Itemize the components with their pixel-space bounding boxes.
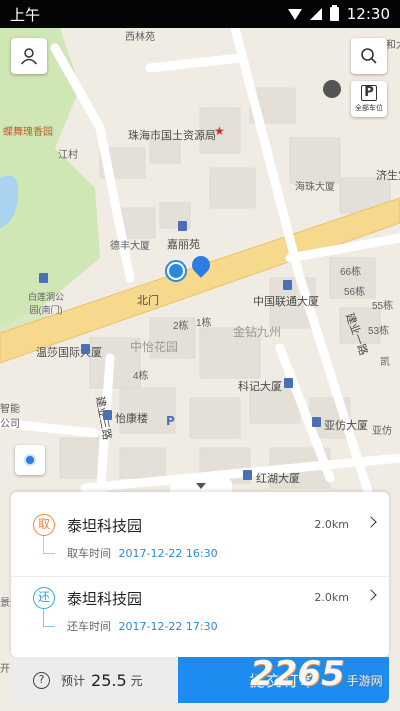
pickup-distance: 2.0km: [314, 518, 349, 531]
chevron-down-icon: [196, 483, 206, 489]
price-value: 25.5: [91, 670, 127, 690]
map-label: 53栋: [368, 326, 390, 337]
map-label: 嘉丽苑: [167, 239, 200, 251]
map-label: 白莲洞公园(南门): [27, 292, 64, 315]
pickup-badge: 取: [33, 514, 55, 536]
map-label: 中怡花园: [130, 340, 179, 354]
compass-icon[interactable]: [323, 80, 341, 98]
map-label: 科记大厦: [238, 381, 282, 393]
submit-order-button[interactable]: 提交订单: [178, 657, 389, 703]
map-label: 金钻九州: [233, 325, 282, 339]
wifi-icon: [287, 8, 302, 20]
star-icon: ★: [214, 124, 225, 138]
pickup-time-value: 2017-12-22 16:30: [118, 547, 218, 560]
help-icon[interactable]: ?: [33, 671, 50, 689]
map-label: 1栋: [196, 318, 212, 329]
map-label: 亚仿: [372, 426, 392, 437]
signal-icon: [309, 8, 322, 20]
map-label: 济生堂: [376, 170, 400, 182]
map-label: 中国联通大厦: [253, 296, 319, 308]
building-icon: [178, 221, 187, 231]
map-label: 珠海市国土资源局: [128, 130, 216, 142]
building-icon: [284, 378, 293, 388]
parking-icon: P: [361, 85, 377, 101]
pickup-row[interactable]: 取 泰坦科技园 2.0km 取车时间 2017-12-22 16:30: [11, 504, 389, 576]
chevron-right-icon: [365, 516, 377, 528]
map-label: 亚仿大厦: [324, 420, 368, 432]
map-label: 智能公司: [0, 404, 20, 430]
user-icon: [20, 48, 38, 65]
order-panel: 取 泰坦科技园 2.0km 取车时间 2017-12-22 16:30 还 泰坦…: [11, 492, 389, 657]
locate-icon: [24, 454, 36, 466]
pickup-time-label: 取车时间: [67, 547, 111, 560]
map-label: 4栋: [133, 371, 149, 382]
map-label: 66栋: [340, 267, 362, 278]
map-label: 红湖大厦: [256, 473, 300, 485]
locate-me-button[interactable]: [15, 445, 45, 475]
status-time: 12:30: [346, 5, 390, 23]
return-time: 还车时间 2017-12-22 17:30: [67, 618, 218, 634]
station-marker-icon[interactable]: [165, 260, 187, 282]
chevron-right-icon: [365, 589, 377, 601]
map-label: 2栋: [173, 321, 189, 332]
map-label: 蝶舞瑰香园: [3, 127, 53, 138]
parking-marker-icon: P: [166, 414, 175, 428]
price-area: ? 预计 25.5 元: [11, 657, 178, 703]
connector-line: [43, 536, 55, 554]
building-icon: [81, 344, 90, 354]
return-row[interactable]: 还 泰坦科技园 2.0km 还车时间 2017-12-22 17:30: [11, 576, 389, 648]
map-label: 德丰大厦: [110, 241, 150, 252]
map-label: 北门: [137, 295, 159, 307]
return-location-name: 泰坦科技园: [67, 590, 143, 608]
search-icon: [361, 48, 377, 64]
building-icon: [283, 280, 292, 290]
return-distance: 2.0km: [314, 591, 349, 604]
map-label: 怡康楼: [115, 413, 148, 425]
map-label: 55栋: [372, 301, 394, 312]
building-icon: [103, 410, 112, 420]
battery-icon: [329, 5, 339, 21]
map-label: 凯: [380, 357, 390, 368]
return-badge: 还: [33, 587, 55, 609]
return-time-value: 2017-12-22 17:30: [118, 620, 218, 633]
status-bar: 上午 12:30: [0, 0, 400, 28]
pickup-location-name: 泰坦科技园: [67, 517, 143, 535]
price-unit: 元: [130, 673, 143, 688]
return-time-label: 还车时间: [67, 620, 111, 633]
map-label: 海珠大厦: [295, 182, 335, 193]
all-parking-button[interactable]: P 全部车位: [351, 81, 387, 117]
user-profile-button[interactable]: [11, 38, 47, 74]
pickup-time: 取车时间 2017-12-22 16:30: [67, 545, 218, 561]
bottom-bar: ? 预计 25.5 元 提交订单: [11, 657, 389, 703]
map-label: 温莎国际大厦: [36, 347, 102, 359]
parking-label: 全部车位: [355, 104, 383, 112]
building-icon: [39, 273, 48, 283]
connector-line: [43, 609, 55, 627]
search-button[interactable]: [351, 38, 387, 74]
map-label: 开: [0, 664, 10, 675]
status-period: 上午: [10, 5, 41, 24]
map-label: 江村: [58, 150, 78, 161]
map-label: 56栋: [344, 287, 366, 298]
price-label: 预计: [61, 673, 86, 688]
building-icon: [243, 470, 252, 480]
map-label: 西林苑: [125, 32, 155, 43]
building-icon: [312, 417, 321, 427]
